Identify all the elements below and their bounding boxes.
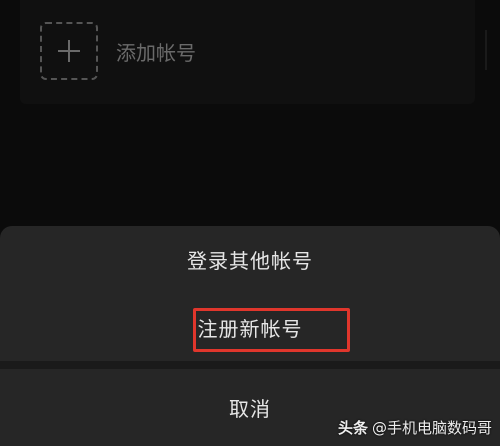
- action-sheet: 登录其他帐号 注册新帐号 取消: [0, 226, 500, 446]
- card-edge-divider: [485, 30, 487, 70]
- watermark-author: @手机电脑数码哥: [371, 419, 492, 437]
- sheet-divider: [0, 361, 500, 369]
- plus-icon[interactable]: [40, 22, 98, 80]
- plus-icon-vertical: [68, 40, 70, 62]
- highlight-box: [193, 308, 350, 352]
- watermark-brand: 头条: [337, 419, 368, 437]
- login-other-account-button[interactable]: 登录其他帐号: [0, 246, 500, 276]
- add-account-card[interactable]: 添加帐号: [20, 0, 487, 104]
- watermark: 头条 @手机电脑数码哥: [338, 418, 492, 438]
- add-account-label: 添加帐号: [116, 41, 196, 65]
